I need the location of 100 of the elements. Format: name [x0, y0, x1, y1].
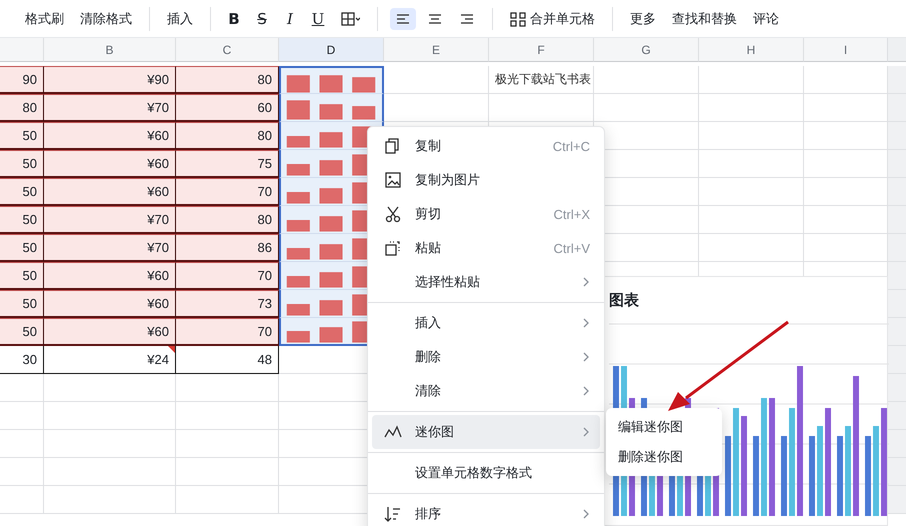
- table-cell: 80: [0, 94, 44, 122]
- column-header[interactable]: F: [489, 38, 594, 62]
- table-cell: 73: [176, 290, 279, 318]
- table-cell: 50: [0, 262, 44, 290]
- table-cell: 极光下载站飞书表: [489, 66, 594, 94]
- menu-item-label: 复制: [415, 137, 442, 155]
- table-cell: 30: [0, 346, 44, 374]
- menu-item-label: 插入: [415, 314, 442, 332]
- table-cell: ¥60: [44, 178, 176, 206]
- submenu-item[interactable]: 删除迷你图: [606, 442, 722, 472]
- table-cell: 60: [176, 94, 279, 122]
- table-cell: 50: [0, 318, 44, 346]
- sheet-gutter: [888, 234, 906, 262]
- merge-cells-icon: [510, 10, 526, 26]
- table-cell: [0, 430, 44, 458]
- column-header[interactable]: D: [279, 38, 384, 62]
- toolbar-button[interactable]: 评论: [748, 6, 784, 30]
- table-cell: ¥60: [44, 262, 176, 290]
- table-cell: ¥70: [44, 94, 176, 122]
- table-cell: ¥70: [44, 234, 176, 262]
- menu-item-label: 剪切: [415, 205, 442, 223]
- table-cell: [0, 374, 44, 402]
- column-header[interactable]: E: [384, 38, 489, 62]
- column-header[interactable]: C: [176, 38, 279, 62]
- table-cell: ¥60: [44, 150, 176, 178]
- column-header[interactable]: B: [44, 38, 176, 62]
- table-cell: 75: [176, 150, 279, 178]
- menu-item-label: 复制为图片: [415, 171, 481, 189]
- italic-button[interactable]: I: [279, 6, 301, 30]
- bold-button[interactable]: B: [223, 6, 245, 30]
- menu-item[interactable]: 插入: [372, 306, 600, 340]
- align-left-button[interactable]: [390, 8, 416, 30]
- borders-icon: [340, 10, 360, 26]
- shortcut-label: Ctrl+X: [554, 206, 590, 222]
- table-cell: ¥60: [44, 318, 176, 346]
- table-cell: [0, 458, 44, 486]
- sheet-gutter: [888, 206, 906, 234]
- table-cell: 50: [0, 234, 44, 262]
- table-cell: ¥60: [44, 122, 176, 150]
- menu-item[interactable]: 设置单元格数字格式: [372, 456, 600, 490]
- shortcut-label: Ctrl+C: [552, 138, 590, 154]
- table-cell: ¥70: [44, 206, 176, 234]
- table-cell: ¥60: [44, 290, 176, 318]
- menu-item-label: 迷你图: [415, 423, 455, 441]
- menu-item[interactable]: 剪切 Ctrl+X: [372, 197, 600, 231]
- menu-item-label: 粘贴: [415, 239, 442, 257]
- image-icon: [384, 171, 402, 189]
- table-cell: 80: [176, 206, 279, 234]
- scissors-icon: [384, 205, 402, 223]
- menu-item-label: 清除: [415, 382, 442, 400]
- sort-icon: [384, 505, 402, 523]
- sheet-gutter: [888, 150, 906, 178]
- table-cell: 90: [0, 66, 44, 94]
- submenu-item[interactable]: 编辑迷你图: [606, 412, 722, 442]
- table-cell: 86: [176, 234, 279, 262]
- menu-item[interactable]: 排序: [372, 497, 600, 526]
- chart-title: 图表: [609, 291, 639, 310]
- menu-item[interactable]: 粘贴 Ctrl+V: [372, 231, 600, 265]
- underline-button[interactable]: U: [307, 6, 329, 30]
- menu-item-label: 排序: [415, 505, 442, 523]
- paste-icon: [384, 239, 402, 257]
- table-cell: ¥24: [44, 346, 176, 374]
- table-cell: 50: [0, 290, 44, 318]
- column-header[interactable]: G: [594, 38, 699, 62]
- table-cell: 80: [176, 66, 279, 94]
- menu-item[interactable]: 删除: [372, 340, 600, 374]
- table-cell: [0, 486, 44, 514]
- table-cell: 70: [176, 318, 279, 346]
- table-cell: 50: [0, 150, 44, 178]
- sheet-gutter: [888, 94, 906, 122]
- table-cell: 48: [176, 346, 279, 374]
- toolbar-button[interactable]: 查找和替换: [667, 6, 742, 30]
- table-cell: 50: [0, 178, 44, 206]
- menu-item-label: 选择性粘贴: [415, 273, 481, 291]
- table-cell: 70: [176, 178, 279, 206]
- table-cell: ¥90: [44, 66, 176, 94]
- menu-item[interactable]: 选择性粘贴: [372, 265, 600, 299]
- table-cell: 50: [0, 206, 44, 234]
- menu-item[interactable]: 迷你图: [372, 415, 600, 449]
- toolbar-button[interactable]: 清除格式: [75, 6, 137, 30]
- column-header[interactable]: I: [804, 38, 888, 62]
- merge-cells-button[interactable]: 合并单元格: [505, 6, 600, 30]
- toolbar-button[interactable]: 更多: [625, 6, 661, 30]
- toolbar-button[interactable]: 格式刷: [20, 6, 69, 30]
- sheet-gutter: [888, 178, 906, 206]
- strike-button[interactable]: S: [251, 6, 273, 30]
- table-cell: 80: [176, 122, 279, 150]
- table-cell: 70: [176, 262, 279, 290]
- menu-item-label: 设置单元格数字格式: [415, 464, 533, 482]
- column-header[interactable]: H: [699, 38, 804, 62]
- sheet-gutter: [888, 122, 906, 150]
- toolbar-button[interactable]: 插入: [162, 6, 198, 30]
- shortcut-label: Ctrl+V: [554, 240, 590, 256]
- table-cell: 50: [0, 122, 44, 150]
- menu-item[interactable]: 复制为图片: [372, 163, 600, 197]
- menu-item[interactable]: 复制 Ctrl+C: [372, 129, 600, 163]
- table-cell: [0, 402, 44, 430]
- sheet-gutter: [888, 66, 906, 94]
- menu-item[interactable]: 清除: [372, 374, 600, 408]
- menu-item-label: 删除: [415, 348, 442, 366]
